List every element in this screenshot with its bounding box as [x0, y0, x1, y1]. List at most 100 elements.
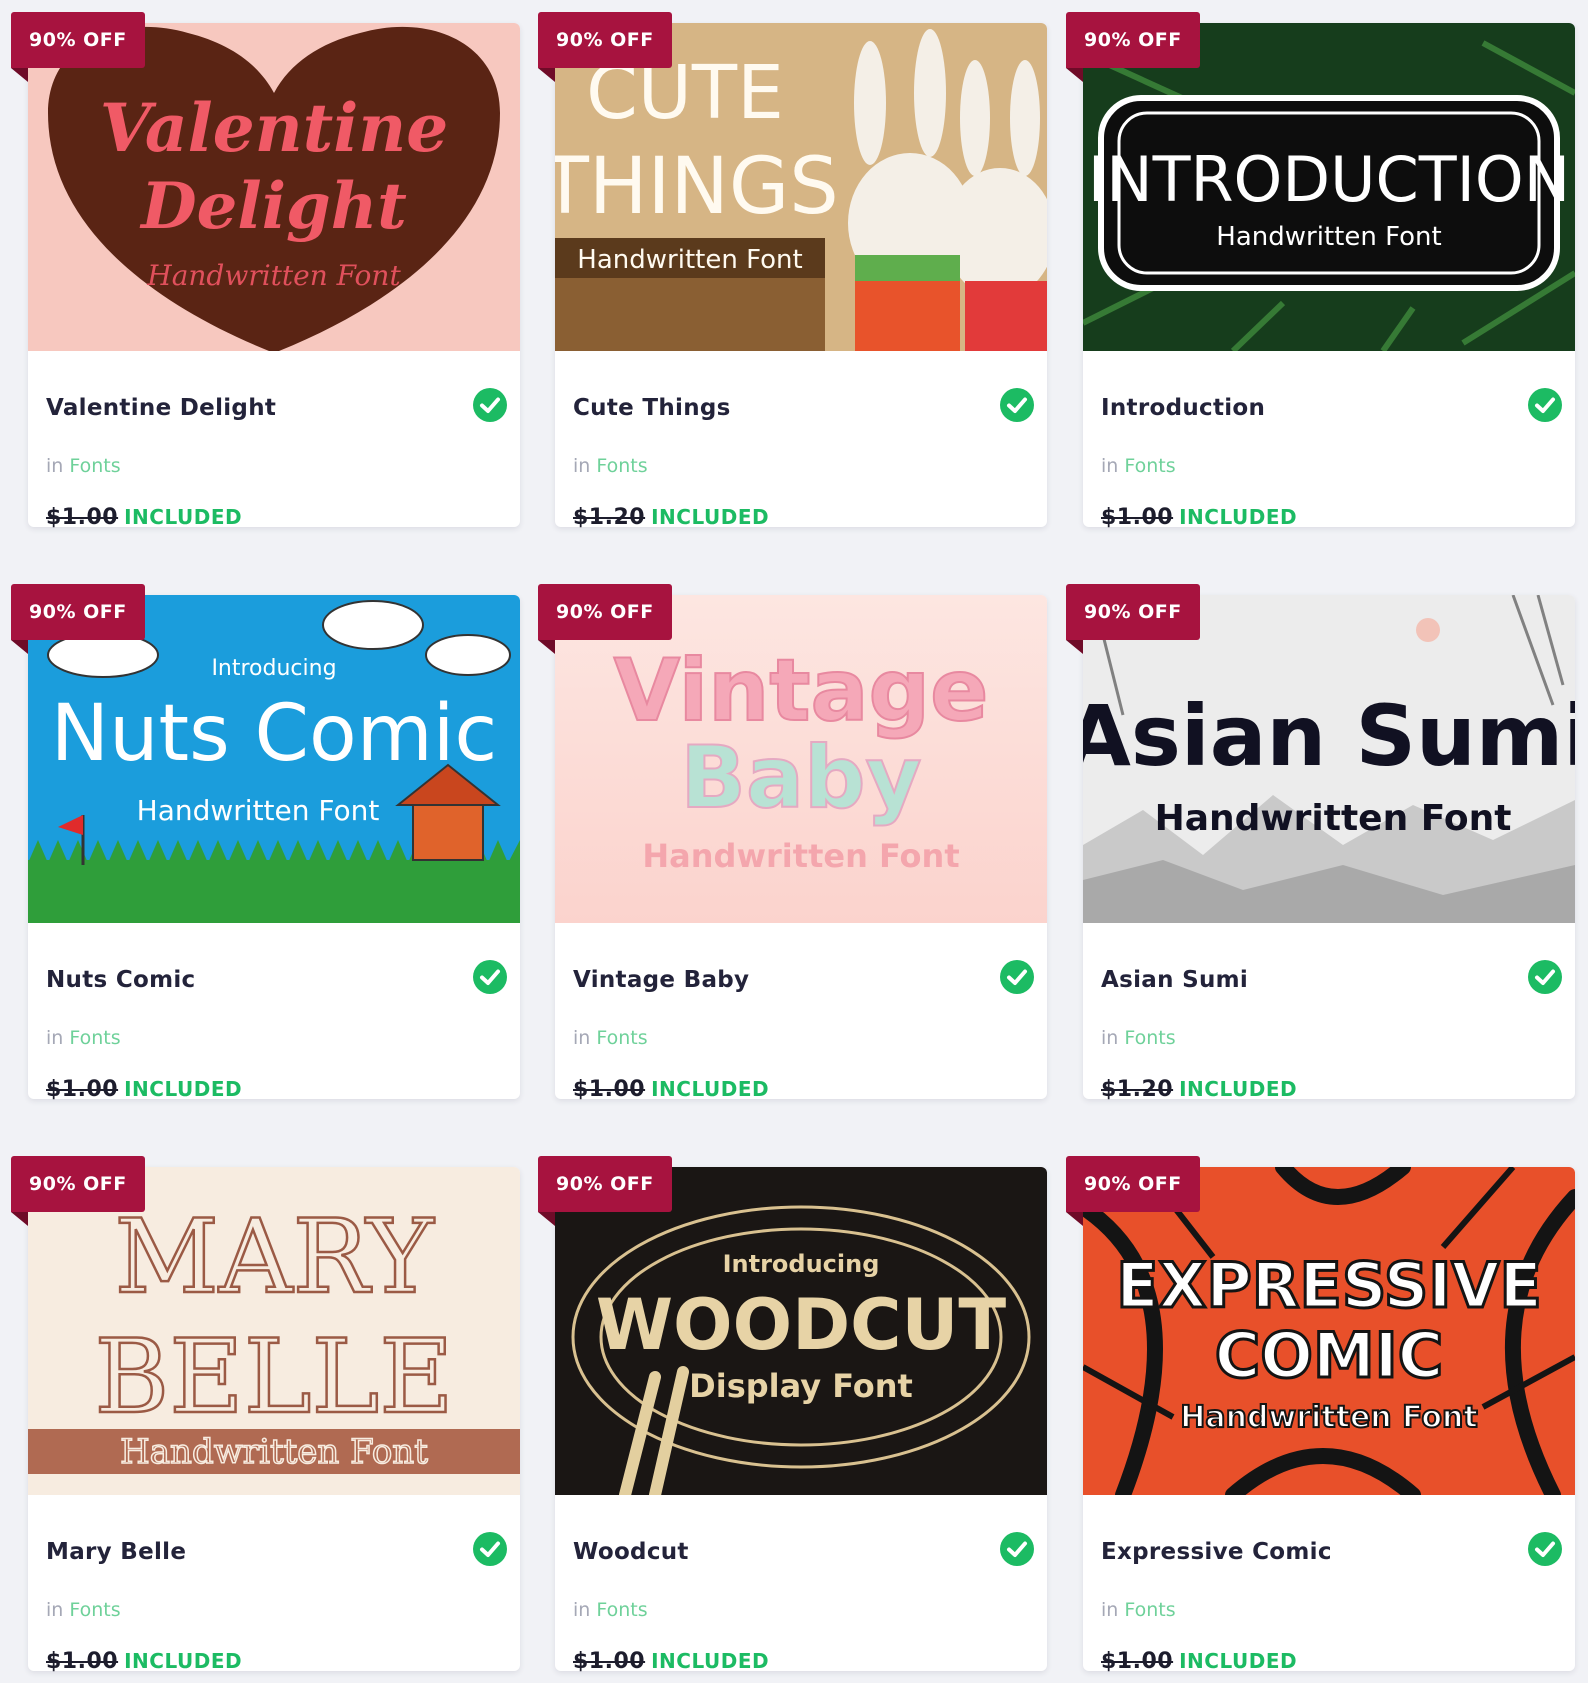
category-prefix: in — [46, 1027, 64, 1049]
product-category: in Fonts — [1101, 1027, 1176, 1049]
thumb-line2: BELLE — [94, 1318, 453, 1437]
price-row: $1.20 INCLUDED — [1101, 1077, 1297, 1102]
product-title[interactable]: Mary Belle — [46, 1539, 186, 1565]
included-check-icon — [1000, 960, 1034, 994]
category-prefix: in — [573, 455, 591, 477]
product-title[interactable]: Cute Things — [573, 395, 731, 421]
discount-badge: 90% OFF — [11, 12, 145, 68]
price-row: $1.00 INCLUDED — [46, 1649, 242, 1674]
thumb-sub: Handwritten Font — [1180, 1400, 1477, 1435]
included-check-icon — [1528, 960, 1562, 994]
old-price: $1.00 — [46, 505, 119, 530]
thumb-sub: Handwritten Font — [120, 1432, 428, 1472]
badge-fold — [538, 1212, 555, 1226]
product-card[interactable]: MARY BELLE Handwritten Font 90% OFF Mary… — [11, 1156, 520, 1674]
thumbnail-art: MARY BELLE Handwritten Font — [28, 1167, 520, 1495]
old-price: $1.20 — [573, 505, 646, 530]
thumb-sub: Handwritten Font — [1216, 222, 1441, 252]
category-link[interactable]: Fonts — [1124, 1027, 1175, 1049]
included-check-icon — [473, 1532, 507, 1566]
product-thumbnail[interactable]: Asian Sumi Handwritten Font — [1083, 595, 1575, 923]
category-link[interactable]: Fonts — [596, 1599, 647, 1621]
product-thumbnail[interactable]: Valentine Delight Handwritten Font — [28, 23, 520, 351]
thumb-intro: Introducing — [211, 656, 336, 681]
discount-badge: 90% OFF — [11, 1156, 145, 1212]
product-thumbnail[interactable]: Introducing Nuts Comic Handwritten Font — [28, 595, 520, 923]
thumb-line1: INTRODUCTION — [1088, 143, 1570, 216]
included-check-icon — [473, 388, 507, 422]
thumb-line2: COMIC — [1215, 1319, 1443, 1392]
product-thumbnail[interactable]: CUTE THINGS Handwritten Font — [555, 23, 1047, 351]
badge-fold — [1066, 68, 1083, 82]
old-price: $1.00 — [1101, 505, 1174, 530]
product-title[interactable]: Introduction — [1101, 395, 1265, 421]
badge-fold — [1066, 1212, 1083, 1226]
discount-badge: 90% OFF — [1066, 1156, 1200, 1212]
category-link[interactable]: Fonts — [596, 455, 647, 477]
thumb-sub: Display Font — [689, 1367, 913, 1405]
product-card[interactable]: Vintage Baby Handwritten Font 90% OFF Vi… — [538, 584, 1047, 1102]
thumbnail-art: CUTE THINGS Handwritten Font — [555, 23, 1047, 351]
product-title[interactable]: Woodcut — [573, 1539, 689, 1565]
product-title[interactable]: Nuts Comic — [46, 967, 195, 993]
product-card[interactable]: CUTE THINGS Handwritten Font 90% OFF Cut… — [538, 12, 1047, 530]
category-prefix: in — [1101, 1027, 1119, 1049]
product-card[interactable]: Asian Sumi Handwritten Font 90% OFF Asia… — [1066, 584, 1575, 1102]
category-link[interactable]: Fonts — [1124, 1599, 1175, 1621]
price-row: $1.00 INCLUDED — [46, 505, 242, 530]
included-label: INCLUDED — [651, 505, 770, 529]
category-prefix: in — [573, 1599, 591, 1621]
thumb-line2: THINGS — [555, 142, 839, 232]
old-price: $1.00 — [46, 1077, 119, 1102]
included-label: INCLUDED — [124, 1649, 243, 1673]
product-thumbnail[interactable]: EXPRESSIVE COMIC Handwritten Font — [1083, 1167, 1575, 1495]
included-label: INCLUDED — [1179, 1077, 1298, 1101]
product-thumbnail[interactable]: MARY BELLE Handwritten Font — [28, 1167, 520, 1495]
product-category: in Fonts — [573, 1599, 648, 1621]
price-row: $1.00 INCLUDED — [1101, 505, 1297, 530]
product-card[interactable]: INTRODUCTION Handwritten Font 90% OFF In… — [1066, 12, 1575, 530]
category-link[interactable]: Fonts — [596, 1027, 647, 1049]
included-check-icon — [1528, 1532, 1562, 1566]
product-title[interactable]: Vintage Baby — [573, 967, 749, 993]
included-check-icon — [1000, 1532, 1034, 1566]
product-thumbnail[interactable]: Vintage Baby Handwritten Font — [555, 595, 1047, 923]
thumb-sub: Handwritten Font — [146, 259, 401, 292]
badge-fold — [11, 640, 28, 654]
product-category: in Fonts — [1101, 455, 1176, 477]
discount-badge: 90% OFF — [538, 12, 672, 68]
product-thumbnail[interactable]: Introducing WOODCUT Display Font — [555, 1167, 1047, 1495]
product-title[interactable]: Asian Sumi — [1101, 967, 1248, 993]
included-label: INCLUDED — [1179, 1649, 1298, 1673]
product-card[interactable]: Introducing Nuts Comic Handwritten Font … — [11, 584, 520, 1102]
product-title[interactable]: Expressive Comic — [1101, 1539, 1332, 1565]
thumb-line1: Nuts Comic — [51, 689, 498, 779]
thumb-sub: Handwritten Font — [1155, 798, 1512, 839]
discount-badge: 90% OFF — [538, 1156, 672, 1212]
category-link[interactable]: Fonts — [69, 455, 120, 477]
product-card[interactable]: Valentine Delight Handwritten Font 90% O… — [11, 12, 520, 530]
badge-fold — [11, 1212, 28, 1226]
included-label: INCLUDED — [124, 505, 243, 529]
thumb-line1: EXPRESSIVE — [1116, 1249, 1542, 1322]
badge-fold — [538, 68, 555, 82]
product-card[interactable]: EXPRESSIVE COMIC Handwritten Font 90% OF… — [1066, 1156, 1575, 1674]
category-prefix: in — [1101, 455, 1119, 477]
thumb-sub: Handwritten Font — [577, 245, 802, 275]
product-title[interactable]: Valentine Delight — [46, 395, 276, 421]
category-prefix: in — [1101, 1599, 1119, 1621]
product-thumbnail[interactable]: INTRODUCTION Handwritten Font — [1083, 23, 1575, 351]
product-category: in Fonts — [46, 1599, 121, 1621]
thumbnail-art: Introducing WOODCUT Display Font — [555, 1167, 1047, 1495]
thumb-line1: WOODCUT — [596, 1284, 1007, 1366]
category-link[interactable]: Fonts — [1124, 455, 1175, 477]
thumbnail-art: EXPRESSIVE COMIC Handwritten Font — [1083, 1167, 1575, 1495]
category-link[interactable]: Fonts — [69, 1027, 120, 1049]
thumb-line1: Valentine — [100, 89, 449, 167]
price-row: $1.20 INCLUDED — [573, 505, 769, 530]
product-card[interactable]: Introducing WOODCUT Display Font 90% OFF… — [538, 1156, 1047, 1674]
category-link[interactable]: Fonts — [69, 1599, 120, 1621]
product-category: in Fonts — [46, 1027, 121, 1049]
thumb-line1: Asian Sumi — [1083, 687, 1575, 785]
product-category: in Fonts — [46, 455, 121, 477]
